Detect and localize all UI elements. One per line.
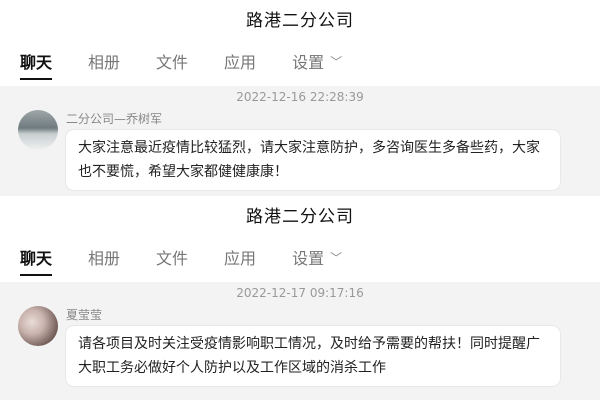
avatar[interactable] <box>18 306 58 346</box>
avatar[interactable] <box>18 110 58 150</box>
tab-bar: 聊天 相册 文件 应用 设置 ﹀ <box>0 232 600 282</box>
tab-album[interactable]: 相册 <box>88 36 120 86</box>
message-bubble[interactable]: 大家注意最近疫情比较猛烈，请大家注意防护，多咨询医生多备些药，大家也不要慌，希望… <box>66 130 560 190</box>
tab-chat[interactable]: 聊天 <box>20 36 53 86</box>
tab-bar: 聊天 相册 文件 应用 设置 ﹀ <box>0 36 600 86</box>
sender-name: 二分公司—乔树军 <box>66 112 163 126</box>
chat-panel-1: 路港二分公司 聊天 相册 文件 应用 设置 ﹀ 2022-12-16 22:28… <box>0 0 600 196</box>
group-title: 路港二分公司 <box>246 10 354 31</box>
screenshot-collage: 路港二分公司 聊天 相册 文件 应用 设置 ﹀ 2022-12-16 22:28… <box>0 0 600 400</box>
group-title: 路港二分公司 <box>246 206 354 227</box>
chat-message: 二分公司—乔树军 大家注意最近疫情比较猛烈，请大家注意防护，多咨询医生多备些药，… <box>0 110 600 190</box>
tab-chat[interactable]: 聊天 <box>20 232 53 282</box>
tab-files[interactable]: 文件 <box>156 36 188 86</box>
message-body: 夏莹莹 请各项目及时关注受疫情影响职工情况，及时给予需要的帮扶！同时提醒广大职工… <box>66 306 582 386</box>
chat-panel-2: 路港二分公司 聊天 相册 文件 应用 设置 ﹀ 2022-12-17 09:17… <box>0 196 600 400</box>
tab-settings[interactable]: 设置 ﹀ <box>292 36 342 86</box>
tab-settings-label: 设置 <box>292 249 325 268</box>
tab-settings[interactable]: 设置 ﹀ <box>292 232 342 282</box>
tab-apps[interactable]: 应用 <box>224 232 256 282</box>
sender-name: 夏莹莹 <box>66 308 103 322</box>
chevron-down-icon: ﹀ <box>330 54 343 69</box>
tab-apps[interactable]: 应用 <box>224 36 256 86</box>
tab-files[interactable]: 文件 <box>156 232 188 282</box>
chat-area: 2022-12-16 22:28:39 二分公司—乔树军 大家注意最近疫情比较猛… <box>0 86 600 196</box>
chat-message: 夏莹莹 请各项目及时关注受疫情影响职工情况，及时给予需要的帮扶！同时提醒广大职工… <box>0 306 600 386</box>
chevron-down-icon: ﹀ <box>330 250 343 265</box>
tab-settings-label: 设置 <box>292 53 325 72</box>
message-timestamp: 2022-12-16 22:28:39 <box>236 90 364 104</box>
message-bubble[interactable]: 请各项目及时关注受疫情影响职工情况，及时给予需要的帮扶！同时提醒广大职工务必做好… <box>66 326 560 386</box>
tab-album[interactable]: 相册 <box>88 232 120 282</box>
message-body: 二分公司—乔树军 大家注意最近疫情比较猛烈，请大家注意防护，多咨询医生多备些药，… <box>66 110 582 190</box>
chat-area: 2022-12-17 09:17:16 夏莹莹 请各项目及时关注受疫情影响职工情… <box>0 282 600 400</box>
message-timestamp: 2022-12-17 09:17:16 <box>236 286 364 300</box>
